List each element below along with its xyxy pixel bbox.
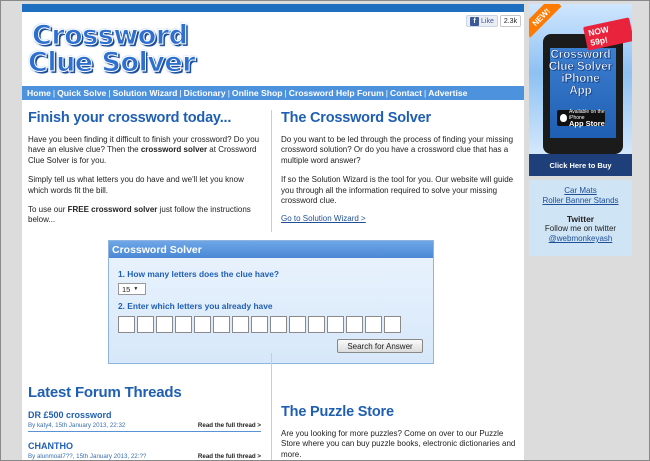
intro-title: Finish your crossword today... [28,110,232,126]
letters-count-question: 1. How many letters does the clue have? [118,269,280,279]
solver-title: Crossword Solver [109,241,433,258]
ad-title-line: iPhone [561,73,600,86]
read-thread-link[interactable]: Read the full thread > [198,453,261,460]
nav-home[interactable]: Home [27,88,51,98]
thread-author-date: By katy4, 15th January 2013, 22:32 [28,422,126,429]
letter-box[interactable] [365,316,382,333]
letter-box[interactable] [118,316,135,333]
facebook-like-widget: f Like 2.3k [466,15,522,27]
thread-author-date: By alunmoat7??, 15th January 2013, 22:?? [28,453,147,460]
thread-title[interactable]: CHANTHO [28,441,261,451]
nav-online-shop[interactable]: Online Shop [232,88,283,98]
intro-bold-text: FREE crossword solver [67,205,158,215]
letter-box[interactable] [194,316,211,333]
sidebar-links-box: Car Mats Roller Banner Stands Twitter Fo… [529,180,632,256]
letter-box[interactable] [289,316,306,333]
letter-box[interactable] [384,316,401,333]
browser-viewport: Crossword Clue Solver f Like 2.3k Home | … [0,0,650,461]
nav-contact[interactable]: Contact [390,88,422,98]
letter-box[interactable] [270,316,287,333]
wizard-link-wrap: Go to Solution Wizard > [281,214,517,224]
wizard-section: The Crossword Solver Do you want to be l… [281,110,517,225]
letters-count-select[interactable]: 15 ▼ [118,283,146,295]
facebook-like-count: 2.3k [499,15,522,27]
main-page: Crossword Clue Solver f Like 2.3k Home | … [22,4,524,460]
wizard-paragraph-2: If so the Solution Wizard is the tool fo… [281,175,514,206]
roller-banner-link[interactable]: Roller Banner Stands [529,196,632,206]
ad-title-line: Clue Solver [548,61,613,74]
letter-box[interactable] [213,316,230,333]
nav-advertise[interactable]: Advertise [428,88,467,98]
puzzle-store-paragraph: Are you looking for more puzzles? Come o… [281,429,516,459]
ad-title-line: App [569,85,592,98]
puzzle-store-title: The Puzzle Store [281,404,394,420]
read-thread-link[interactable]: Read the full thread > [198,422,261,429]
facebook-icon: f [470,16,479,26]
nav-solution-wizard[interactable]: Solution Wizard [113,88,178,98]
twitter-text: Follow me on twitter [544,224,617,233]
wizard-paragraph-1: Do you want to be led through the proces… [281,135,514,165]
letter-box[interactable] [137,316,154,333]
intro-paragraph-2: Simply tell us what letters you do have … [28,175,244,195]
wizard-title: The Crossword Solver [281,110,431,126]
thread-meta: By katy4, 15th January 2013, 22:32 Read … [28,422,261,432]
letter-box[interactable] [175,316,192,333]
puzzle-store-section: The Puzzle Store Are you looking for mor… [281,404,517,460]
forum-thread[interactable]: CHANTHO By alunmoat7??, 15th January 201… [28,441,261,460]
intro-paragraph-3: To use our FREE crossword solver just fo… [28,205,264,226]
intro-paragraph-1: Have you been finding it difficult to fi… [28,135,264,166]
ad-title-line: Crossword [550,49,611,62]
thread-meta: By alunmoat7??, 15th January 2013, 22:??… [28,453,261,460]
app-store-badge: Available on the iPhone App Store [557,109,605,128]
search-for-answer-button[interactable]: Search for Answer [337,339,423,353]
column-divider [271,353,272,460]
solution-wizard-link[interactable]: Go to Solution Wizard > [281,214,366,223]
letter-box[interactable] [251,316,268,333]
nav-help-forum[interactable]: Crossword Help Forum [289,88,384,98]
intro-section: Finish your crossword today... Have you … [28,110,264,226]
main-nav: Home | Quick Solve | Solution Wizard | Dict… [22,86,524,100]
intro-bold-text: crossword solver [140,145,208,155]
crossword-solver-widget: Crossword Solver 1. How many letters doe… [108,240,434,364]
site-logo[interactable]: Crossword Clue Solver [28,18,206,80]
app-store-text: App Store [569,119,605,128]
nav-dictionary[interactable]: Dictionary [184,88,226,98]
letter-box[interactable] [346,316,363,333]
iphone-app-ad[interactable]: NEW! NOW 59p! Crossword Clue Solver iPho… [529,4,632,176]
forum-section: Latest Forum Threads DR £500 crossword B… [28,384,261,460]
letter-boxes [118,316,401,333]
letter-box[interactable] [232,316,249,333]
click-to-buy-button[interactable]: Click Here to Buy [529,154,632,176]
facebook-like-button[interactable]: f Like [466,15,498,27]
nav-quick-solve[interactable]: Quick Solve [57,88,106,98]
ad-title: Crossword Clue Solver iPhone App [529,49,632,98]
letter-box[interactable] [156,316,173,333]
chevron-down-icon: ▼ [133,286,139,292]
car-mats-link[interactable]: Car Mats [529,186,632,196]
letters-count-value: 15 [122,284,131,294]
forum-thread[interactable]: DR £500 crossword By katy4, 15th January… [28,410,261,432]
facebook-like-label: Like [481,17,494,25]
thread-title[interactable]: DR £500 crossword [28,410,261,420]
top-bar [22,4,524,12]
twitter-heading: Twitter [566,214,595,224]
twitter-handle-link[interactable]: @webmonkeyash [529,234,632,244]
letter-box[interactable] [327,316,344,333]
column-divider [271,110,272,232]
intro-text: To use our [28,205,68,215]
apple-icon [560,114,567,122]
forum-title: Latest Forum Threads [28,384,182,401]
logo-line-2: Clue Solver [28,47,196,79]
letter-box[interactable] [308,316,325,333]
known-letters-question: 2. Enter which letters you already have [118,301,273,311]
